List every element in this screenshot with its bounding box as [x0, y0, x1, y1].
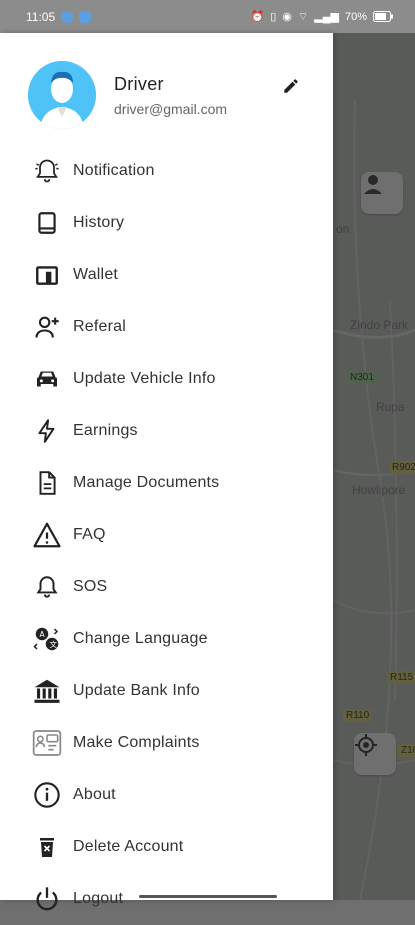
menu-item-earnings[interactable]: Earnings: [0, 405, 333, 457]
signal-icon: ▂▄▆: [314, 11, 339, 23]
info-icon: [31, 779, 63, 811]
menu-label: SOS: [73, 578, 108, 595]
menu-item-update-bank-info[interactable]: Update Bank Info: [0, 665, 333, 717]
drawer-menu: Notification History Wallet Referal Upda…: [0, 145, 333, 925]
bank-icon: [31, 675, 63, 707]
person-add-icon: [31, 311, 63, 343]
menu-item-logout[interactable]: Logout: [0, 873, 333, 925]
menu-label: Update Bank Info: [73, 682, 200, 699]
menu-label: Notification: [73, 162, 155, 179]
menu-item-wallet[interactable]: Wallet: [0, 249, 333, 301]
location-icon: ◉: [282, 11, 292, 23]
messenger-icon: [61, 10, 74, 23]
menu-label: Earnings: [73, 422, 138, 439]
menu-item-delete-account[interactable]: Delete Account: [0, 821, 333, 873]
menu-item-faq[interactable]: FAQ: [0, 509, 333, 561]
power-icon: [31, 883, 63, 915]
menu-label: About: [73, 786, 116, 803]
profile-header[interactable]: Driver driver@gmail.com: [28, 61, 227, 129]
menu-label: Wallet: [73, 266, 119, 283]
menu-item-referal[interactable]: Referal: [0, 301, 333, 353]
home-indicator[interactable]: [139, 895, 277, 898]
status-time: 11:05: [26, 9, 56, 24]
wifi-icon: ⌔: [297, 10, 309, 23]
user-avatar-icon: [28, 61, 96, 129]
profile-name: Driver: [114, 73, 164, 94]
menu-label: FAQ: [73, 526, 106, 543]
complaint-icon: [31, 727, 63, 759]
menu-label: Update Vehicle Info: [73, 370, 216, 387]
trash-icon: [31, 831, 63, 863]
bell-icon: [31, 571, 63, 603]
menu-label: Change Language: [73, 630, 208, 647]
app-notification-icon: [79, 10, 92, 23]
battery-percent: 70%: [344, 10, 367, 23]
alarm-icon: ⏰: [250, 11, 265, 23]
edit-profile-button[interactable]: [280, 75, 302, 97]
pencil-icon: [284, 79, 298, 93]
car-icon: [31, 363, 63, 395]
wallet-icon: [31, 259, 63, 291]
lightning-icon: [31, 415, 63, 447]
menu-item-notification[interactable]: Notification: [0, 145, 333, 197]
battery-icon: [373, 11, 393, 22]
menu-item-update-vehicle-info[interactable]: Update Vehicle Info: [0, 353, 333, 405]
navigation-drawer: Driver driver@gmail.com Notification His…: [0, 33, 333, 911]
menu-item-sos[interactable]: SOS: [0, 561, 333, 613]
document-icon: [31, 467, 63, 499]
book-icon: [31, 207, 63, 239]
menu-label: Manage Documents: [73, 474, 220, 491]
avatar[interactable]: [28, 61, 96, 129]
menu-label: Referal: [73, 318, 126, 335]
svg-text:A: A: [40, 630, 46, 639]
menu-item-manage-documents[interactable]: Manage Documents: [0, 457, 333, 509]
menu-label: Logout: [73, 890, 124, 907]
svg-text:文: 文: [50, 639, 58, 649]
translate-icon: A文: [31, 623, 63, 655]
menu-label: Make Complaints: [73, 734, 200, 751]
profile-email: driver@gmail.com: [114, 100, 228, 117]
menu-item-about[interactable]: About: [0, 769, 333, 821]
menu-label: Delete Account: [73, 838, 184, 855]
vibrate-icon: ▯: [270, 11, 277, 23]
menu-item-change-language[interactable]: A文 Change Language: [0, 613, 333, 665]
bell-outline-icon: [31, 155, 63, 187]
menu-item-make-complaints[interactable]: Make Complaints: [0, 717, 333, 769]
menu-item-history[interactable]: History: [0, 197, 333, 249]
warning-triangle-icon: [31, 519, 63, 551]
status-bar: 11:05 ⏰ ▯ ◉ ⌔ ▂▄▆ 70%: [0, 0, 415, 33]
menu-label: History: [73, 214, 125, 231]
